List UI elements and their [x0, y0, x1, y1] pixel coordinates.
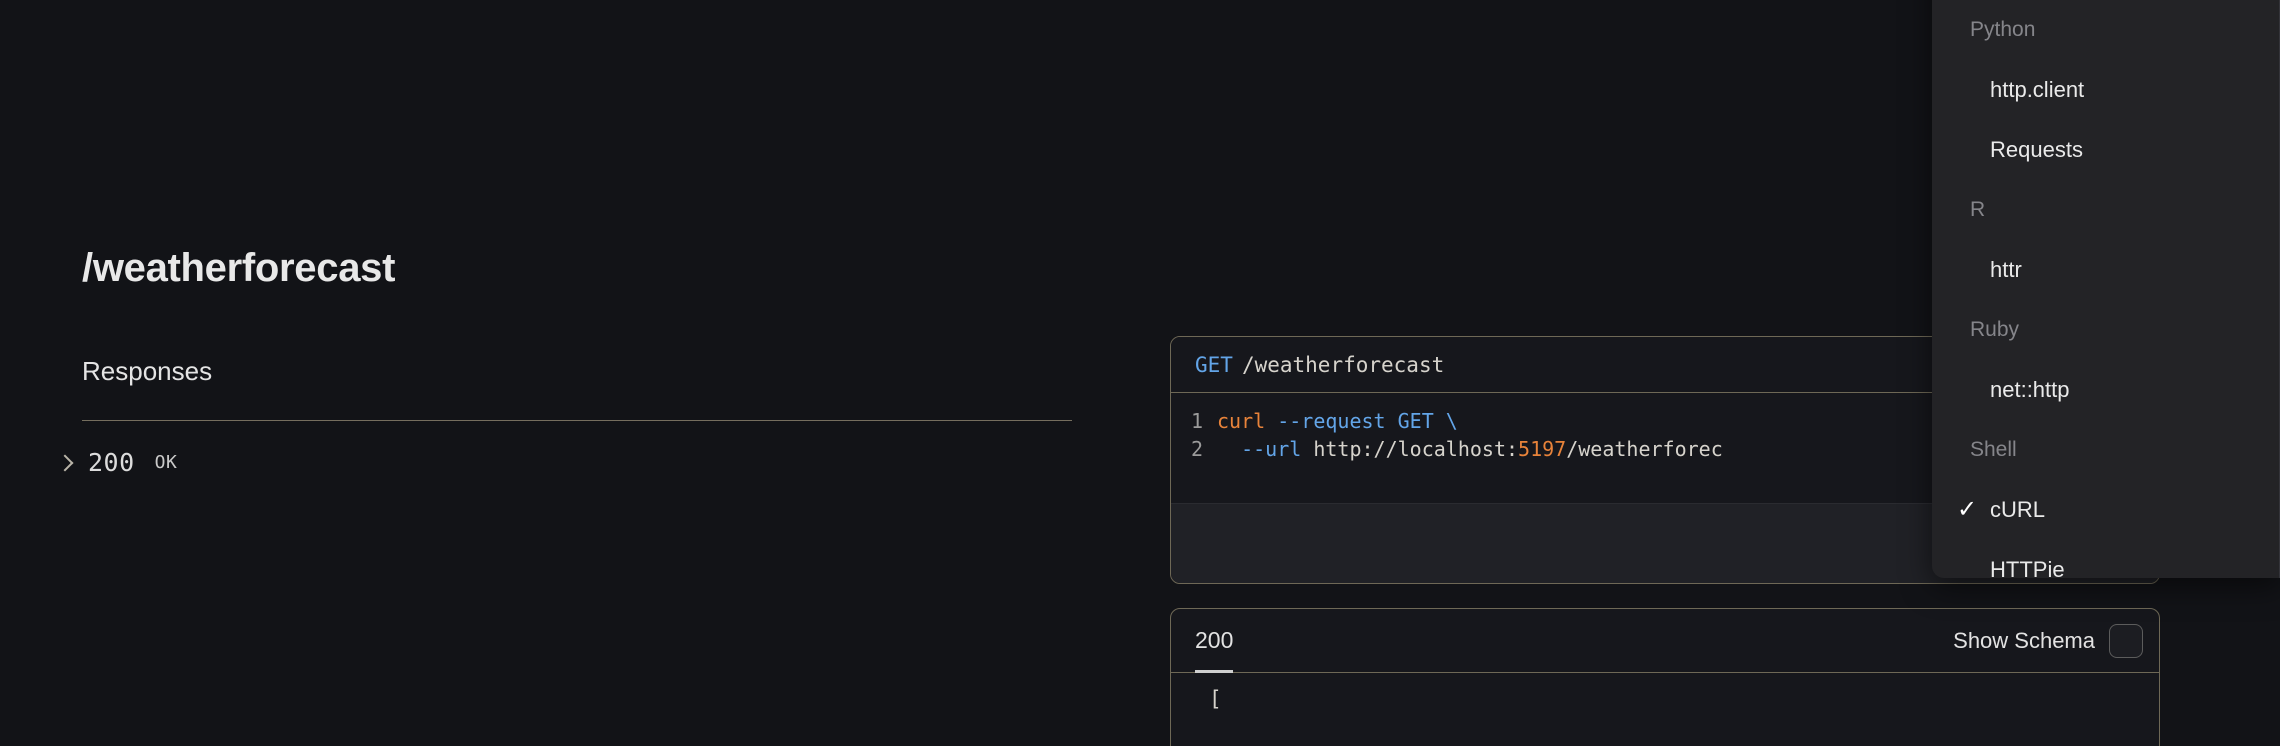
- dropdown-item-label: net::http: [1990, 377, 2070, 402]
- dropdown-item-label: http.client: [1990, 77, 2085, 102]
- show-schema-checkbox[interactable]: [2109, 623, 2143, 658]
- dropdown-item-curl[interactable]: ✓ cURL: [1932, 480, 2279, 540]
- code-token-command: curl: [1217, 409, 1266, 433]
- show-schema-label: Show Schema: [1953, 627, 2095, 653]
- line-number: 2: [1190, 437, 1203, 461]
- language-selector-dropdown[interactable]: Python http.client Requests R httr Ruby …: [1932, 0, 2280, 578]
- dropdown-item-httr[interactable]: httr: [1932, 240, 2279, 300]
- dropdown-item-label: cURL: [1990, 497, 2046, 522]
- dropdown-item-net-http[interactable]: net::http: [1932, 360, 2279, 420]
- check-icon: ✓: [1956, 496, 1978, 523]
- request-path-label: /weatherforecast: [1241, 352, 1445, 377]
- http-method-label: GET: [1195, 352, 1233, 377]
- response-200-row[interactable]: 200 OK: [56, 448, 177, 477]
- code-token-plain: http://localhost:: [1301, 437, 1519, 461]
- dropdown-item-http-client[interactable]: http.client: [1932, 60, 2279, 120]
- code-token-flag: --request: [1265, 409, 1386, 433]
- code-token-port: 5197: [1518, 437, 1567, 461]
- code-token-path: /weatherforec: [1566, 437, 1723, 461]
- response-status-code: 200: [88, 448, 135, 477]
- response-body-json: [: [1171, 673, 2159, 711]
- dropdown-item-label: Requests: [1990, 137, 2083, 162]
- dropdown-item-label: httr: [1990, 257, 2022, 282]
- dropdown-group-label-python: Python: [1970, 18, 2036, 41]
- dropdown-group-label-shell: Shell: [1970, 438, 2017, 461]
- dropdown-item-httpie[interactable]: HTTPie: [1932, 540, 2279, 578]
- show-schema-toggle[interactable]: Show Schema: [1953, 623, 2143, 658]
- line-number: 1: [1190, 409, 1203, 433]
- responses-section-heading: Responses: [82, 356, 213, 386]
- chevron-right-icon[interactable]: [56, 454, 74, 472]
- section-divider: [82, 420, 1072, 421]
- dropdown-item-requests[interactable]: Requests: [1932, 120, 2279, 180]
- tab-response-200[interactable]: 200: [1195, 609, 1234, 673]
- endpoint-detail-column: /weatherforecast Responses 200 OK: [82, 0, 1082, 746]
- response-status-text: OK: [154, 452, 178, 473]
- code-token-flag: --url: [1217, 437, 1302, 461]
- code-token-plain: GET \: [1385, 409, 1458, 433]
- response-panel-header: 200 Show Schema: [1171, 609, 2159, 673]
- dropdown-item-label: HTTPie: [1990, 557, 2065, 578]
- dropdown-group-label-ruby: Ruby: [1970, 318, 2020, 341]
- page-title: /weatherforecast: [82, 246, 396, 290]
- response-preview-panel: 200 Show Schema [: [1170, 608, 2160, 746]
- dropdown-group-label-r: R: [1970, 198, 1986, 221]
